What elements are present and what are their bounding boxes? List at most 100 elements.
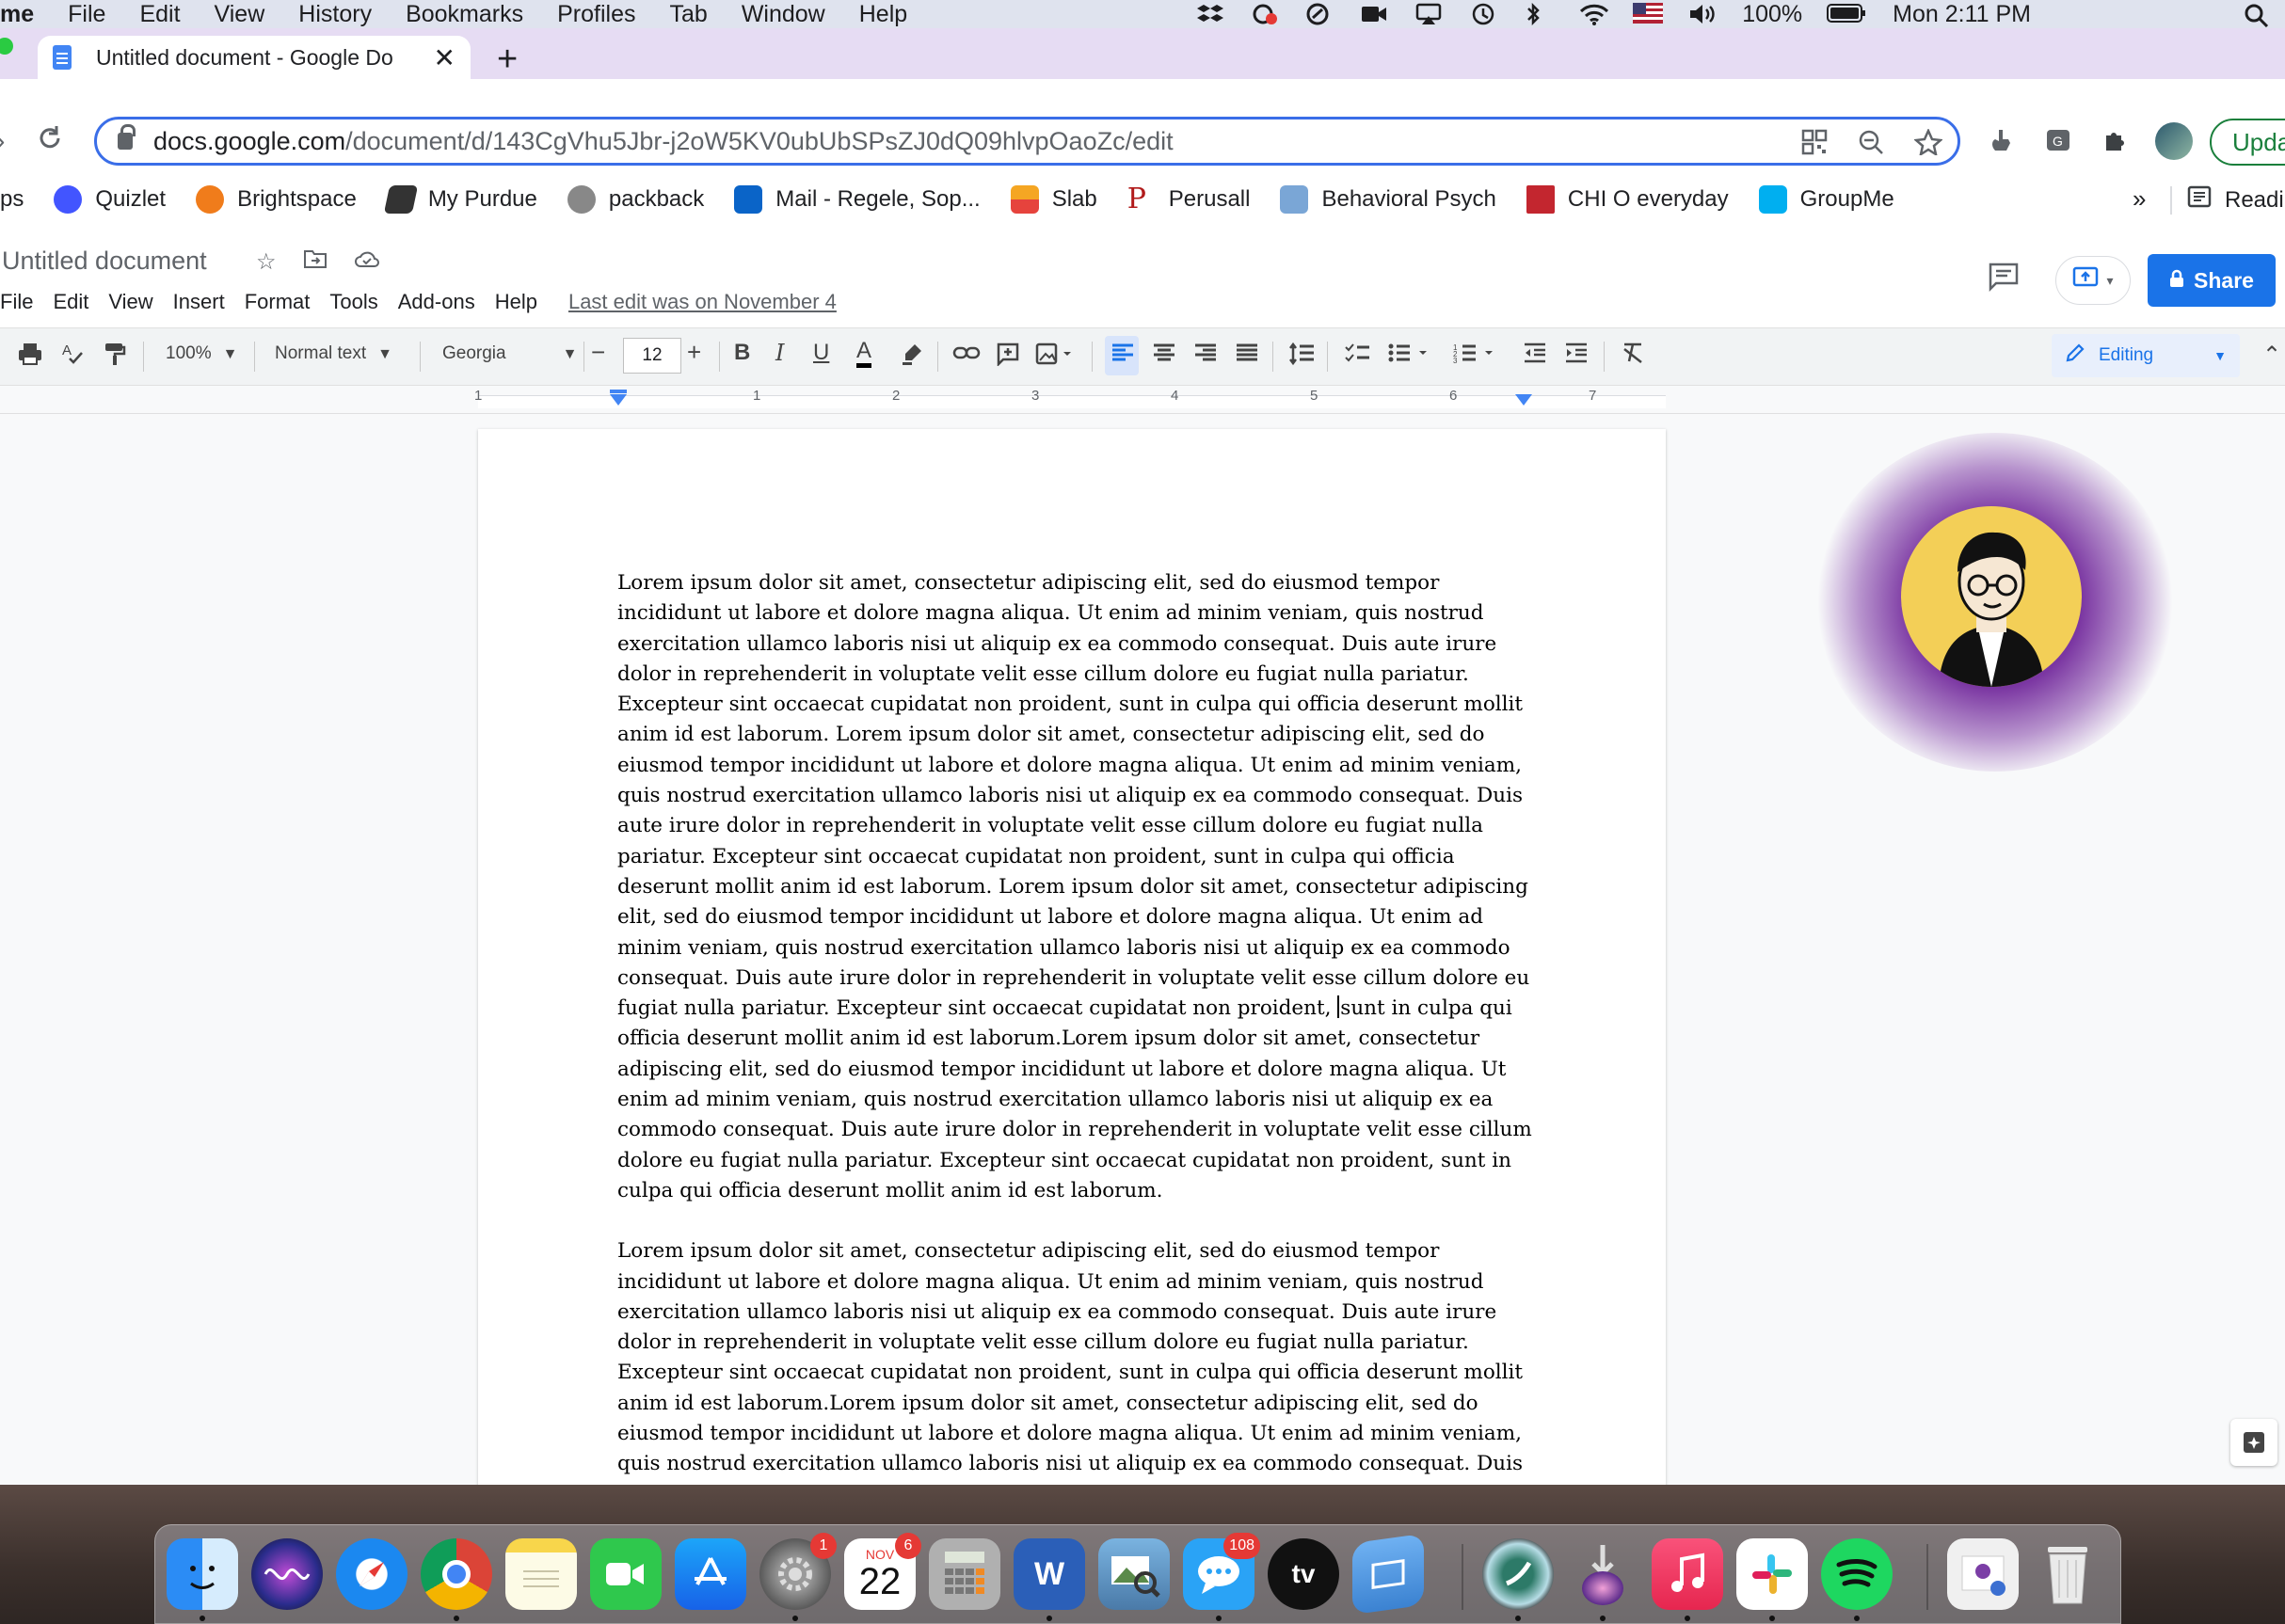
bookmark-brightspace[interactable]: Brightspace — [196, 185, 357, 214]
increase-indent-icon[interactable] — [1564, 342, 1589, 370]
bookmark-groupme[interactable]: GroupMe — [1758, 185, 1894, 214]
wifi-icon[interactable] — [1578, 3, 1609, 25]
bookmark-apps[interactable]: ps — [0, 186, 24, 213]
docs-menu-help[interactable]: Help — [495, 290, 537, 314]
print-icon[interactable] — [17, 342, 43, 372]
bold-icon[interactable]: B — [734, 340, 750, 366]
docs-menu-view[interactable]: View — [108, 290, 152, 314]
dock-system-preferences[interactable]: 1 — [759, 1533, 837, 1621]
new-tab-button[interactable]: + — [497, 40, 518, 80]
dock-recent-document[interactable] — [1947, 1538, 2019, 1610]
update-button[interactable]: Upda — [2210, 119, 2285, 166]
menu-bookmarks[interactable]: Bookmarks — [406, 1, 523, 28]
comment-history-icon[interactable] — [1988, 262, 2020, 299]
more-bookmarks-icon[interactable]: » — [2133, 184, 2146, 214]
dock-spotify[interactable] — [1821, 1538, 1893, 1621]
move-folder-icon[interactable] — [303, 248, 328, 276]
bookmark-my-purdue[interactable]: My Purdue — [383, 185, 537, 214]
editing-mode-select[interactable]: Editing ▼ — [2052, 334, 2240, 377]
star-icon[interactable]: ☆ — [256, 248, 277, 276]
webcam-avatar[interactable] — [1901, 506, 2082, 687]
bookmark-mail[interactable]: Mail - Regele, Sop... — [734, 185, 981, 214]
zoom-select[interactable]: 100% ▼ — [166, 343, 237, 364]
dock-chrome[interactable] — [421, 1538, 492, 1621]
app-menu[interactable]: me — [0, 1, 34, 28]
creative-cloud-icon[interactable] — [1251, 3, 1281, 25]
reading-list-button[interactable]: Readi — [2187, 184, 2284, 215]
decrease-font-size-icon[interactable]: − — [591, 338, 605, 367]
menu-profiles[interactable]: Profiles — [557, 1, 635, 28]
volume-icon[interactable] — [1687, 3, 1718, 25]
address-bar[interactable]: docs.google.com/document/d/143CgVhu5Jbr-… — [94, 117, 1960, 166]
share-button[interactable]: Share — [2148, 254, 2276, 307]
checklist-icon[interactable] — [1344, 342, 1370, 370]
menu-help[interactable]: Help — [859, 1, 907, 28]
qr-code-icon[interactable] — [1801, 129, 1828, 162]
text-color-icon[interactable]: A — [856, 338, 872, 368]
dock-calendar[interactable]: NOV 22 6 — [844, 1533, 921, 1610]
decrease-indent-icon[interactable] — [1523, 342, 1547, 370]
present-button[interactable]: ▾ — [2055, 256, 2131, 305]
spellcheck-icon[interactable]: A — [60, 342, 85, 372]
window-zoom-button[interactable] — [0, 38, 13, 55]
docs-menu-file[interactable]: File — [0, 290, 33, 314]
menu-bar-clock[interactable]: Mon 2:11 PM — [1893, 1, 2031, 28]
align-justify-icon[interactable] — [1235, 342, 1259, 370]
zoom-out-icon[interactable] — [1858, 129, 1884, 162]
dock-music[interactable] — [1652, 1538, 1723, 1621]
dropbox-icon[interactable] — [1196, 3, 1226, 25]
dock-preview[interactable] — [1098, 1538, 1170, 1610]
clear-formatting-icon[interactable] — [1621, 342, 1645, 370]
spotlight-search-icon[interactable] — [2244, 3, 2274, 28]
docs-menu-edit[interactable]: Edit — [53, 290, 88, 314]
docs-menu-add-ons[interactable]: Add-ons — [398, 290, 475, 314]
paragraph-1[interactable]: Lorem ipsum dolor sit amet, consectetur … — [617, 568, 1540, 1206]
line-spacing-icon[interactable] — [1289, 342, 1316, 372]
menu-tab[interactable]: Tab — [670, 1, 708, 28]
focus-icon[interactable] — [1305, 3, 1335, 25]
dock-word[interactable]: W — [1014, 1538, 1085, 1621]
menu-history[interactable]: History — [298, 1, 372, 28]
time-machine-icon[interactable] — [1469, 3, 1499, 25]
bookmark-behavioral-psych[interactable]: Behavioral Psych — [1280, 185, 1496, 214]
docs-menu-insert[interactable]: Insert — [173, 290, 225, 314]
bluetooth-icon[interactable] — [1524, 2, 1554, 26]
airplay-icon[interactable] — [1414, 3, 1445, 25]
us-flag-icon[interactable] — [1633, 3, 1664, 25]
document-title[interactable]: Untitled document — [2, 247, 207, 276]
numbered-list-icon[interactable]: 123 — [1453, 342, 1498, 370]
battery-icon[interactable] — [1827, 3, 1866, 25]
dock-app-store[interactable] — [675, 1538, 746, 1610]
document-body[interactable]: Lorem ipsum dolor sit amet, consectetur … — [617, 568, 1540, 1485]
reload-icon[interactable] — [36, 124, 64, 161]
left-indent-handle[interactable] — [610, 394, 627, 406]
bookmark-perusall[interactable]: P Perusall — [1127, 185, 1251, 214]
dock-safari[interactable] — [336, 1538, 407, 1610]
align-right-icon[interactable] — [1193, 342, 1218, 370]
lock-icon[interactable] — [118, 124, 136, 150]
close-tab-icon[interactable]: ✕ — [434, 42, 455, 73]
explore-button[interactable] — [2230, 1419, 2277, 1466]
menu-view[interactable]: View — [215, 1, 265, 28]
dock-finder[interactable] — [167, 1538, 238, 1621]
dock-notes[interactable] — [505, 1538, 577, 1610]
bulleted-list-icon[interactable] — [1387, 342, 1432, 370]
first-line-indent-handle[interactable] — [610, 390, 627, 393]
menu-edit[interactable]: Edit — [139, 1, 180, 28]
align-center-icon[interactable] — [1152, 342, 1176, 370]
insert-link-icon[interactable] — [952, 342, 981, 370]
bookmark-quizlet[interactable]: Quizlet — [54, 185, 166, 214]
bookmark-slab[interactable]: Slab — [1010, 185, 1097, 214]
bookmark-packback[interactable]: packback — [567, 185, 704, 214]
highlight-icon[interactable] — [900, 342, 924, 372]
menu-window[interactable]: Window — [742, 1, 825, 28]
dock-messages[interactable]: 108 — [1183, 1533, 1260, 1621]
dock-siri[interactable] — [251, 1538, 323, 1610]
dock-apple-tv[interactable]: tv — [1268, 1538, 1339, 1610]
dock-downloads[interactable] — [1567, 1538, 1638, 1621]
font-select[interactable]: Georgia ▼ — [442, 343, 577, 364]
bookmark-star-icon[interactable] — [1913, 127, 1943, 162]
tab-google-docs[interactable]: Untitled document - Google Do ✕ — [38, 36, 471, 79]
style-select[interactable]: Normal text ▼ — [275, 343, 392, 364]
collapse-menus-icon[interactable]: ⌃ — [2262, 342, 2281, 369]
